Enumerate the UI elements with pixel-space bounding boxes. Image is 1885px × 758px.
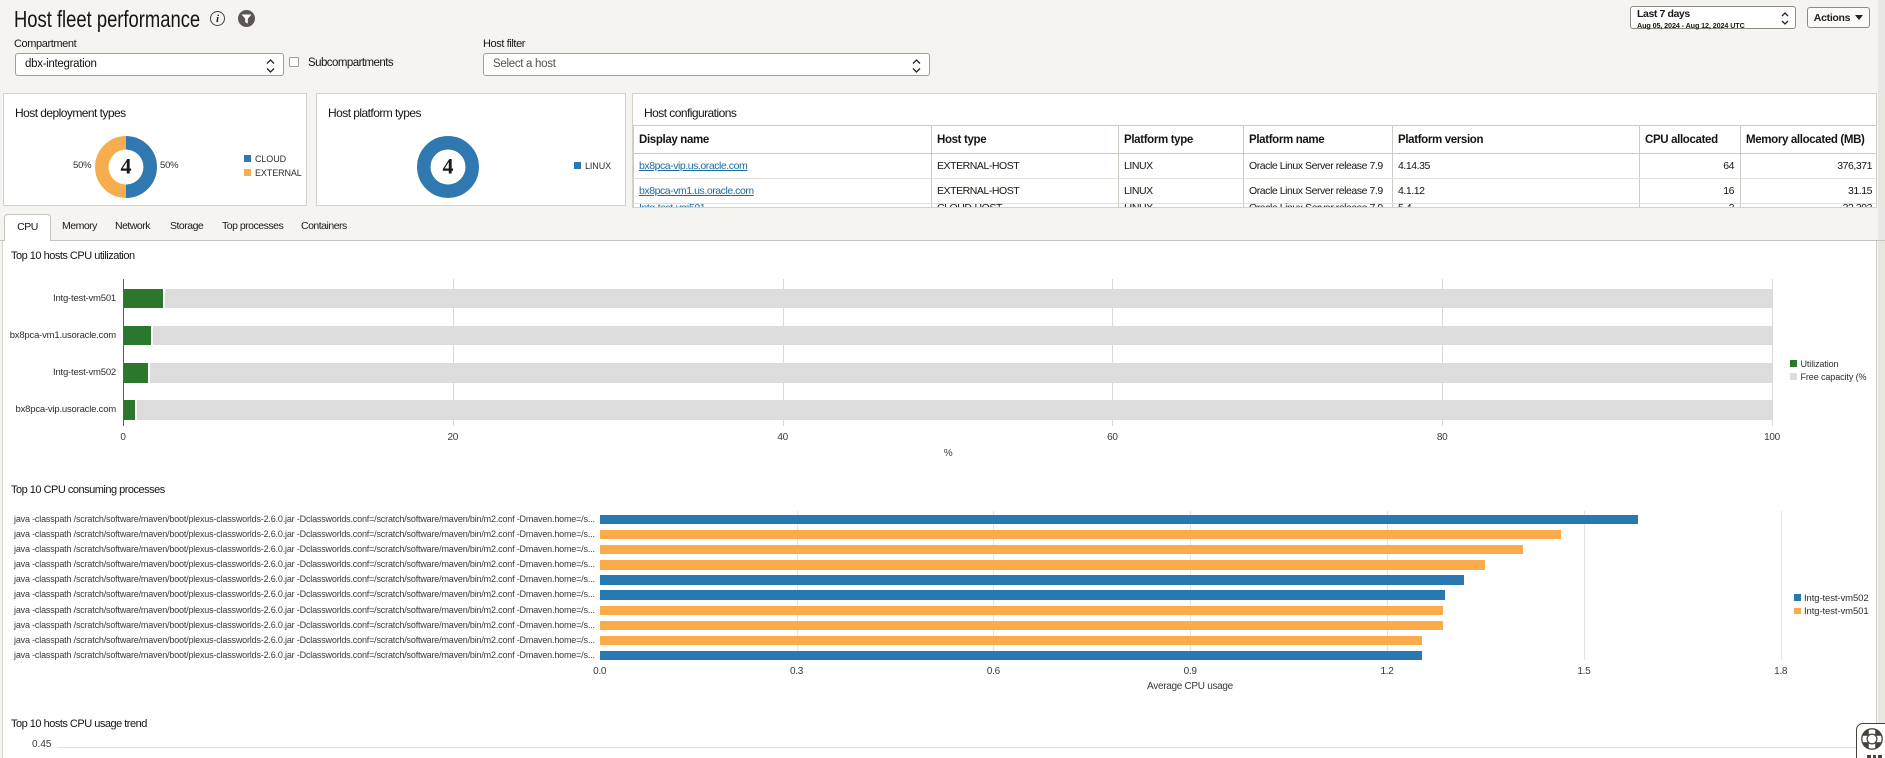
svg-text:4: 4 xyxy=(121,153,132,178)
svg-text:4: 4 xyxy=(443,153,454,178)
